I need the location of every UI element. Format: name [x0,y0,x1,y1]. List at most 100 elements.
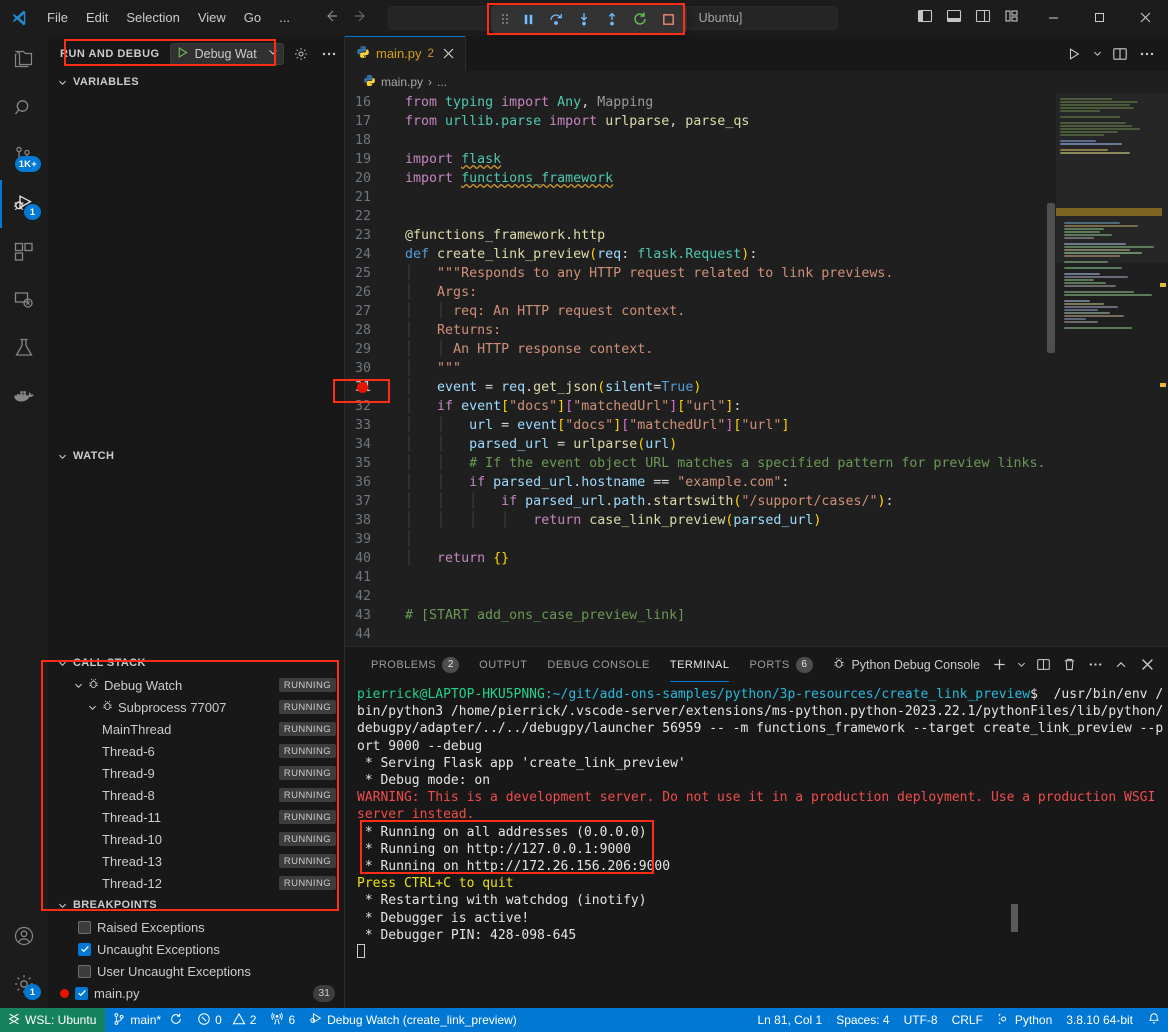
go-back-icon[interactable] [323,8,339,27]
panel-more-actions-button[interactable] [1084,654,1106,676]
breakpoint-marker-icon[interactable] [357,382,368,393]
panel-tab-ports[interactable]: PORTS 6 [739,647,822,682]
sidebar-more-actions-button[interactable] [318,43,340,65]
toggle-primary-sidebar-icon[interactable] [917,8,933,27]
drag-handle-icon[interactable] [497,12,513,26]
breakpoint-checkbox[interactable] [78,943,91,956]
step-out-button[interactable] [599,8,625,30]
maximize-panel-button[interactable] [1110,654,1132,676]
editor-tab-main-py[interactable]: main.py 2 [345,36,466,71]
section-watch-header[interactable]: WATCH [48,445,344,467]
breakpoint-checkbox[interactable] [78,921,91,934]
callstack-row[interactable]: Thread-12 RUNNING [48,872,344,894]
status-python-interpreter[interactable]: 3.8.10 64-bit [1059,1013,1140,1027]
breadcrumb-file[interactable]: main.py [381,75,423,89]
window-maximize-button[interactable] [1076,0,1122,36]
close-icon[interactable] [440,45,457,62]
terminal-output[interactable]: pierrick@LAPTOP-HKU5PNNG:~/git/add-ons-s… [345,682,1168,1008]
callstack-row[interactable]: Subprocess 77007 RUNNING [48,696,344,718]
editor-more-actions-button[interactable] [1136,43,1158,65]
panel-tab-problems[interactable]: PROBLEMS 2 [361,647,469,682]
activity-item-source-control[interactable]: 1K+ [0,132,48,180]
split-terminal-button[interactable] [1032,654,1054,676]
chevron-down-icon[interactable] [84,699,100,715]
chevron-down-icon[interactable] [267,46,279,61]
breakpoint-row[interactable]: Raised Exceptions [48,916,344,938]
breadcrumb-rest[interactable]: ... [437,75,447,89]
run-options-chevron-down-icon[interactable] [1090,43,1104,65]
breakpoint-row[interactable]: User Uncaught Exceptions [48,960,344,982]
terminal-selector[interactable]: Python Debug Console [828,656,984,673]
launch-config-dropdown[interactable]: Debug Wat [170,43,284,65]
restart-button[interactable] [627,8,653,30]
start-debug-icon[interactable] [176,46,189,62]
panel-tab-output[interactable]: OUTPUT [469,647,537,682]
step-into-button[interactable] [571,8,597,30]
terminal-dropdown-chevron-down-icon[interactable] [1014,654,1028,676]
menu-selection[interactable]: Selection [117,6,188,29]
menu-file[interactable]: File [38,6,77,29]
close-panel-button[interactable] [1136,654,1158,676]
callstack-row[interactable]: Thread-11 RUNNING [48,806,344,828]
status-encoding[interactable]: UTF-8 [897,1013,945,1027]
stop-button[interactable] [655,8,681,30]
menu-more[interactable]: ... [270,6,299,29]
menu-view[interactable]: View [189,6,235,29]
breakpoint-row[interactable]: main.py 31 [48,982,344,1004]
callstack-row[interactable]: Thread-9 RUNNING [48,762,344,784]
new-terminal-button[interactable] [988,654,1010,676]
activity-item-search[interactable] [0,84,48,132]
status-remote-indicator[interactable]: WSL: Ubuntu [0,1008,105,1032]
breakpoint-row[interactable]: Uncaught Exceptions [48,938,344,960]
callstack-row[interactable]: Thread-13 RUNNING [48,850,344,872]
scrollbar-thumb[interactable] [1047,203,1055,353]
panel-tab-terminal[interactable]: TERMINAL [660,647,740,682]
chevron-down-icon[interactable] [70,677,86,693]
status-ports-forwarded[interactable]: 6 [263,1008,302,1032]
pause-button[interactable] [515,8,541,30]
terminal-scrollbar-thumb[interactable] [1011,904,1018,932]
callstack-row[interactable]: Debug Watch RUNNING [48,674,344,696]
menu-go[interactable]: Go [235,6,270,29]
callstack-row[interactable]: Thread-10 RUNNING [48,828,344,850]
window-minimize-button[interactable] [1030,0,1076,36]
section-breakpoints-header[interactable]: BREAKPOINTS [48,894,344,916]
activity-item-extensions[interactable] [0,228,48,276]
activity-item-manage-settings[interactable]: 1 [0,960,48,1008]
go-forward-icon[interactable] [353,8,369,27]
menu-edit[interactable]: Edit [77,6,117,29]
callstack-row[interactable]: Thread-8 RUNNING [48,784,344,806]
editor-viewport[interactable]: 16from typing import Any, Mapping 17from… [345,93,1168,646]
variables-tree[interactable] [48,93,344,445]
watch-tree[interactable] [48,467,344,652]
status-indentation[interactable]: Spaces: 4 [829,1013,896,1027]
activity-item-testing[interactable] [0,324,48,372]
window-close-button[interactable] [1122,0,1168,36]
status-language-mode[interactable]: Python [990,1012,1059,1029]
sync-icon[interactable] [169,1012,183,1029]
section-variables-header[interactable]: VARIABLES [48,71,344,93]
status-cursor-position[interactable]: Ln 81, Col 1 [750,1013,829,1027]
activity-item-accounts[interactable] [0,912,48,960]
breakpoint-checkbox[interactable] [75,987,88,1000]
code-content[interactable]: 16from typing import Any, Mapping 17from… [345,93,1056,646]
status-problems[interactable]: 0 2 [190,1008,263,1032]
callstack-row[interactable]: Thread-6 RUNNING [48,740,344,762]
status-eol[interactable]: CRLF [945,1013,990,1027]
status-git-branch[interactable]: main* [105,1008,190,1032]
editor-vertical-scrollbar[interactable] [1046,93,1056,646]
panel-tab-debug-console[interactable]: DEBUG CONSOLE [537,647,659,682]
kill-terminal-button[interactable] [1058,654,1080,676]
breakpoint-checkbox[interactable] [78,965,91,978]
activity-item-run-and-debug[interactable]: 1 [0,180,48,228]
customize-layout-icon[interactable] [1004,8,1020,27]
toggle-panel-icon[interactable] [946,8,962,27]
callstack-row[interactable]: MainThread RUNNING [48,718,344,740]
status-notifications[interactable] [1140,1012,1168,1029]
split-editor-right-button[interactable] [1109,43,1131,65]
open-launch-json-button[interactable] [290,43,312,65]
step-over-button[interactable] [543,8,569,30]
toggle-secondary-sidebar-icon[interactable] [975,8,991,27]
minimap[interactable] [1056,93,1168,646]
status-debug-session[interactable]: Debug Watch (create_link_preview) [302,1008,524,1032]
